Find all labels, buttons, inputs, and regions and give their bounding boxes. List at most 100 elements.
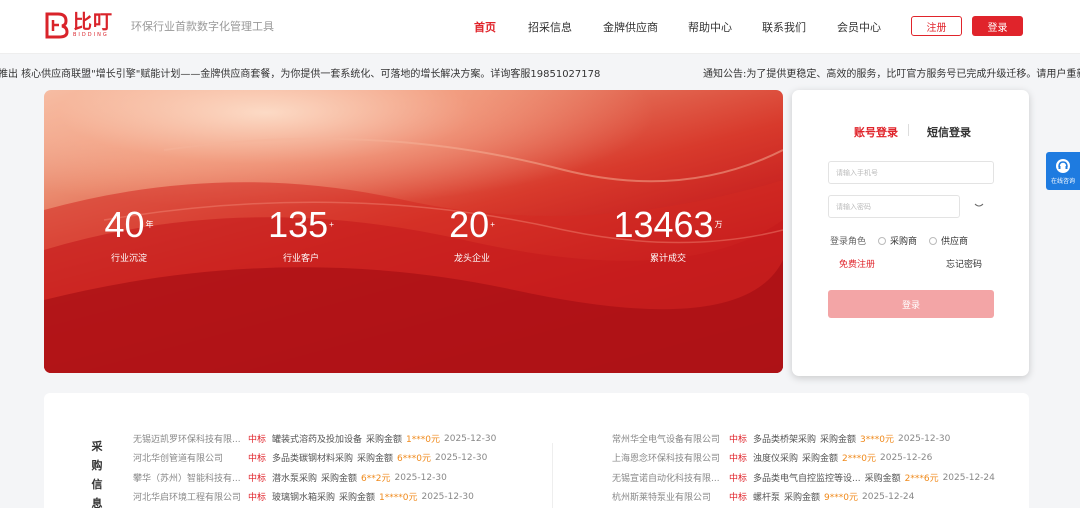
list-item-title: 玻璃钢水箱采购 xyxy=(272,493,336,503)
logo[interactable]: 比叮 BIDDING xyxy=(44,11,113,39)
list-item-title: 螺杆泵 xyxy=(753,493,781,503)
header: 比叮 BIDDING 环保行业首款数字化管理工具 首页 招采信息 金牌供应商 帮… xyxy=(0,0,1080,54)
list-item-date: 2025-12-26 xyxy=(880,452,933,463)
list-item-date: 2025-12-30 xyxy=(421,491,474,502)
list-item-tag: 中标 xyxy=(729,435,748,445)
list-item-amount-label: 采购金额 xyxy=(784,493,821,503)
list-item-company: 上海恩念环保科技有限公司 xyxy=(612,454,721,464)
procurement-list: 采购信息 无锡迈凯罗环保科技有限... 中标 罐装式溶药及投加设备 采购金额 1… xyxy=(44,393,1029,508)
list-item-title: 多品类电气自控监控等设... xyxy=(753,474,861,484)
list-item-title: 浊度仪采购 xyxy=(753,454,799,464)
list-item-company: 无锡宣诺自动化科技有限... xyxy=(612,474,720,484)
login-button-top[interactable]: 登录 xyxy=(972,16,1023,36)
role-selector: 登录角色 采购商 供应商 xyxy=(830,234,968,247)
register-button[interactable]: 注册 xyxy=(911,16,962,36)
stat-clients: 135+ 行业客户 xyxy=(263,204,339,265)
marquee-text-notice[interactable]: 通知公告:为了提供更稳定、高效的服务，比叮官方服务号已完成升级迁移。请用户重新关… xyxy=(703,65,1080,78)
stat-leaders-label: 龙头企业 xyxy=(453,254,490,264)
list-item-tag: 中标 xyxy=(248,474,267,484)
list-item-amount: 6***0元 xyxy=(397,454,431,464)
list-item-amount: 9***0元 xyxy=(824,493,858,503)
list-item-company: 河北华启环境工程有限公司 xyxy=(133,493,242,503)
nav-member[interactable]: 会员中心 xyxy=(837,19,881,35)
list-item-company: 河北华创管道有限公司 xyxy=(133,454,224,464)
headset-icon xyxy=(1056,158,1070,173)
radio-icon[interactable] xyxy=(878,236,887,245)
stat-deals-unit: 万 xyxy=(714,220,723,229)
stat-clients-num: 135 xyxy=(268,204,329,245)
list-item[interactable]: 上海恩念环保科技有限公司 中标 浊度仪采购 采购金额 2***0元 2025-1… xyxy=(612,451,933,465)
list-item-date: 2025-12-30 xyxy=(394,472,447,483)
stat-years-unit: 年 xyxy=(145,220,154,229)
stat-deals-num: 13463 xyxy=(613,204,714,245)
list-item[interactable]: 杭州斯莱特泵业有限公司 中标 螺杆泵 采购金额 9***0元 2025-12-2… xyxy=(612,490,915,504)
logo-mark-icon xyxy=(44,11,70,39)
role-buyer-label: 采购商 xyxy=(890,237,918,247)
notice-marquee: 推出 核心供应商联盟"增长引擎"赋能计划——金牌供应商套餐，为你提供一套系统化、… xyxy=(0,62,1080,78)
list-item[interactable]: 无锡迈凯罗环保科技有限... 中标 罐装式溶药及投加设备 采购金额 1***0元… xyxy=(133,432,496,446)
list-item-amount-label: 采购金额 xyxy=(864,474,901,484)
stat-years-num: 40 xyxy=(104,204,145,245)
list-item-tag: 中标 xyxy=(729,493,748,503)
role-supplier-label: 供应商 xyxy=(941,237,969,247)
logo-name: 比叮 xyxy=(73,11,114,33)
stat-clients-label: 行业客户 xyxy=(282,254,319,264)
online-service-float[interactable]: 在线咨询 xyxy=(1046,152,1080,190)
list-item-tag: 中标 xyxy=(729,454,748,464)
list-item[interactable]: 河北华创管道有限公司 中标 多品类碳钢材料采购 采购金额 6***0元 2025… xyxy=(133,451,488,465)
logo-sub: BIDDING xyxy=(73,32,109,38)
forgot-password-link[interactable]: 忘记密码 xyxy=(946,257,982,270)
nav-home[interactable]: 首页 xyxy=(474,19,496,35)
list-item-company: 攀华（苏州）智能科技有... xyxy=(133,474,241,484)
free-register-link[interactable]: 免费注册 xyxy=(839,257,875,270)
login-panel: 账号登录 短信登录 请输入手机号 请输入密码 登录角色 采购商 供应商 免费注册… xyxy=(792,90,1029,376)
list-item-amount-label: 采购金额 xyxy=(820,435,857,445)
stat-leaders-num: 20 xyxy=(449,204,490,245)
password-input[interactable]: 请输入密码 xyxy=(828,195,960,218)
stat-leaders-unit: + xyxy=(490,220,495,229)
list-item[interactable]: 常州华全电气设备有限公司 中标 多品类桥架采购 采购金额 3***0元 2025… xyxy=(612,432,950,446)
list-item-company: 常州华全电气设备有限公司 xyxy=(612,435,721,445)
list-item-date: 2025-12-24 xyxy=(862,491,915,502)
list-item-title: 罐装式溶药及投加设备 xyxy=(272,435,363,445)
list-item-amount-label: 采购金额 xyxy=(802,454,839,464)
list-item-company: 杭州斯莱特泵业有限公司 xyxy=(612,493,712,503)
list-item-amount: 2***6元 xyxy=(904,474,939,484)
nav-procurement[interactable]: 招采信息 xyxy=(528,19,572,35)
stat-years: 40年 行业沉淀 xyxy=(99,204,159,265)
list-item[interactable]: 无锡宣诺自动化科技有限... 中标 多品类电气自控监控等设... 采购金额 2*… xyxy=(612,471,995,485)
list-item-date: 2025-12-30 xyxy=(435,452,488,463)
list-item-tag: 中标 xyxy=(248,493,267,503)
phone-input[interactable]: 请输入手机号 xyxy=(828,161,994,184)
list-item-title: 潜水泵采购 xyxy=(272,474,318,484)
list-divider xyxy=(552,443,553,508)
stat-deals: 13463万 累计成交 xyxy=(606,204,730,265)
list-item-amount: 2***0元 xyxy=(842,454,876,464)
role-buyer-option[interactable]: 采购商 xyxy=(878,234,917,247)
role-supplier-option[interactable]: 供应商 xyxy=(929,234,968,247)
login-submit-button[interactable]: 登录 xyxy=(828,290,994,318)
list-item-company: 无锡迈凯罗环保科技有限... xyxy=(133,435,241,445)
nav-contact[interactable]: 联系我们 xyxy=(762,19,806,35)
stat-clients-unit: + xyxy=(329,220,334,229)
stat-leaders: 20+ 龙头企业 xyxy=(442,204,502,265)
list-item-title: 多品类碳钢材料采购 xyxy=(272,454,354,464)
nav-gold-supplier[interactable]: 金牌供应商 xyxy=(603,19,658,35)
list-item-amount: 1***0元 xyxy=(406,435,440,445)
stat-deals-label: 累计成交 xyxy=(649,254,686,264)
hero-banner: 40年 行业沉淀 135+ 行业客户 20+ 龙头企业 13463万 累计成交 xyxy=(44,90,783,373)
procurement-list-title: 采购信息 xyxy=(91,440,103,508)
slogan: 环保行业首款数字化管理工具 xyxy=(131,20,274,33)
list-item-tag: 中标 xyxy=(248,454,267,464)
marquee-text-promo[interactable]: 推出 核心供应商联盟"增长引擎"赋能计划——金牌供应商套餐，为你提供一套系统化、… xyxy=(0,65,600,78)
tab-sms-login[interactable]: 短信登录 xyxy=(927,124,971,140)
list-item[interactable]: 河北华启环境工程有限公司 中标 玻璃钢水箱采购 采购金额 1****0元 202… xyxy=(133,490,474,504)
radio-icon[interactable] xyxy=(929,236,938,245)
stat-years-label: 行业沉淀 xyxy=(110,254,147,264)
nav-help[interactable]: 帮助中心 xyxy=(688,19,732,35)
online-service-label: 在线咨询 xyxy=(1050,177,1075,185)
list-item[interactable]: 攀华（苏州）智能科技有... 中标 潜水泵采购 采购金额 6**2元 2025-… xyxy=(133,471,447,485)
list-item-title: 多品类桥架采购 xyxy=(753,435,817,445)
eye-closed-icon[interactable] xyxy=(974,203,984,209)
tab-account-login[interactable]: 账号登录 xyxy=(854,124,898,140)
